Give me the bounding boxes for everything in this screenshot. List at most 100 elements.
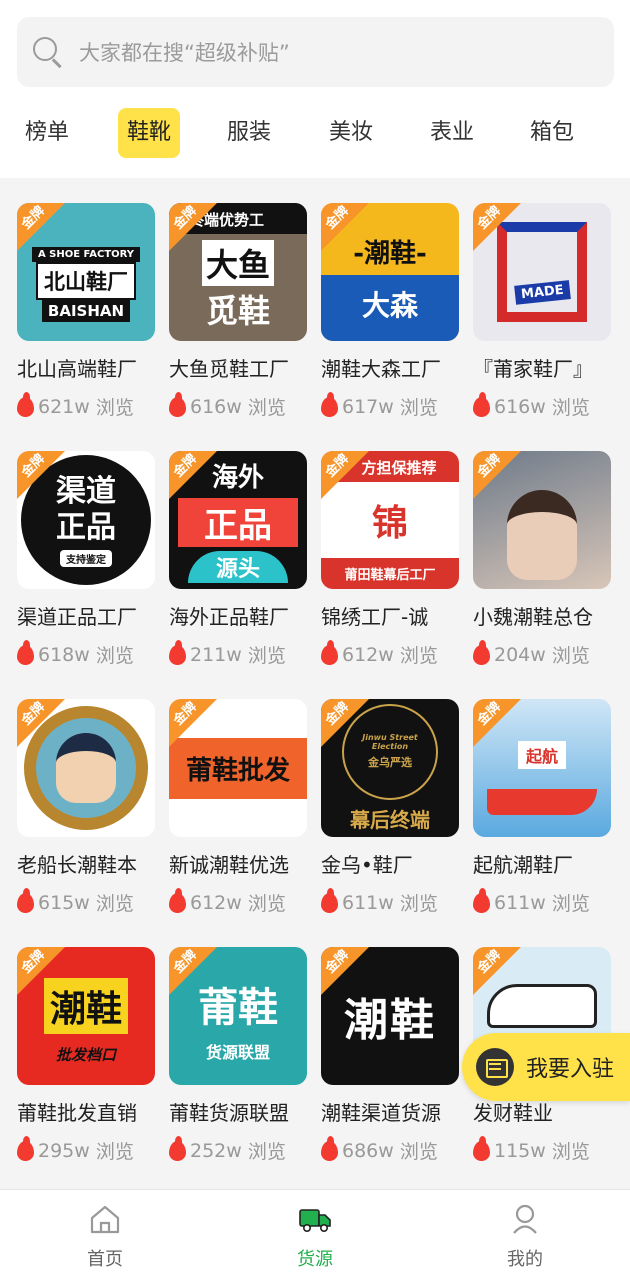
view-number: 617w <box>342 395 394 418</box>
gold-badge: 金牌 <box>169 947 219 997</box>
supplier-name: 新诚潮鞋优选 <box>169 853 289 877</box>
view-count: 611w 浏览 <box>321 887 438 916</box>
view-count: 621w 浏览 <box>17 391 134 420</box>
store-icon <box>476 1048 514 1086</box>
supplier-name: 小魏潮鞋总仓 <box>473 605 593 629</box>
view-unit: 浏览 <box>399 397 438 419</box>
fire-icon <box>473 887 490 913</box>
gold-badge: 金牌 <box>17 699 67 749</box>
category-tabs: 榜单 鞋靴 服装 美妆 表业 箱包 <box>0 104 630 162</box>
view-number: 616w <box>190 395 242 418</box>
view-unit: 浏览 <box>399 1141 438 1163</box>
supplier-name: 潮鞋渠道货源 <box>321 1101 441 1125</box>
fire-icon <box>169 887 186 913</box>
thumb-text: 莆田鞋幕后工厂 <box>321 558 459 589</box>
person-photo <box>507 490 577 580</box>
fire-icon <box>17 1135 34 1161</box>
tab-shoes[interactable]: 鞋靴 <box>118 108 181 158</box>
fire-icon <box>17 887 34 913</box>
nav-label: 货源 <box>297 1249 333 1270</box>
fire-icon <box>17 391 34 417</box>
nav-me[interactable]: 我的 <box>465 1190 585 1280</box>
gold-badge: 金牌 <box>169 203 219 253</box>
supplier-name: 北山高端鞋厂 <box>17 357 137 381</box>
view-unit: 浏览 <box>551 893 590 915</box>
gold-badge: 金牌 <box>321 947 371 997</box>
tab-clothing[interactable]: 服装 <box>227 108 271 158</box>
gold-badge: 金牌 <box>321 699 371 749</box>
gold-badge: 金牌 <box>17 451 67 501</box>
view-count: 204w 浏览 <box>473 639 590 668</box>
thumb-text: 批发档口 <box>55 1045 116 1064</box>
thumb-text: 觅鞋 <box>205 292 270 330</box>
view-number: 211w <box>190 643 242 666</box>
view-count: 617w 浏览 <box>321 391 438 420</box>
tab-watches[interactable]: 表业 <box>430 108 474 158</box>
view-count: 615w 浏览 <box>17 887 134 916</box>
search-placeholder[interactable]: 大家都在搜“超级补贴” <box>79 37 290 67</box>
view-number: 204w <box>494 643 546 666</box>
view-number: 686w <box>342 1139 394 1162</box>
user-icon <box>513 1204 537 1234</box>
search-bar[interactable]: 大家都在搜“超级补贴” <box>17 17 614 87</box>
thumb-text: 锦 <box>371 503 408 544</box>
nav-supply[interactable]: 货源 <box>255 1190 375 1280</box>
gold-badge: 金牌 <box>473 699 523 749</box>
supplier-name: 金乌•鞋厂 <box>321 853 413 877</box>
view-count: 211w 浏览 <box>169 639 286 668</box>
view-unit: 浏览 <box>95 1141 134 1163</box>
join-button[interactable]: 我要入驻 <box>462 1033 630 1101</box>
view-count: 618w 浏览 <box>17 639 134 668</box>
nav-label: 首页 <box>87 1249 123 1270</box>
thumb-text: 源头 <box>188 551 288 583</box>
ship-illustration <box>487 789 597 815</box>
supplier-name: 海外正品鞋厂 <box>169 605 289 629</box>
view-number: 611w <box>494 891 546 914</box>
view-count: 612w 浏览 <box>321 639 438 668</box>
view-unit: 浏览 <box>399 893 438 915</box>
home-icon <box>90 1205 120 1234</box>
thumb-text: 金乌严选 <box>368 756 412 769</box>
thumb-text: BAISHAN <box>41 299 131 322</box>
thumb-text: 正品 <box>178 498 298 547</box>
bottom-nav: 首页 货源 我的 <box>0 1189 630 1280</box>
view-unit: 浏览 <box>247 893 286 915</box>
gold-badge: 金牌 <box>169 451 219 501</box>
search-icon <box>33 37 63 68</box>
view-number: 252w <box>190 1139 242 1162</box>
view-count: 612w 浏览 <box>169 887 286 916</box>
fire-icon <box>17 639 34 665</box>
supplier-name: 起航潮鞋厂 <box>473 853 573 877</box>
view-unit: 浏览 <box>551 1141 590 1163</box>
thumb-text: 支持鉴定 <box>60 549 112 567</box>
gold-badge: 金牌 <box>17 203 67 253</box>
thumb-text: MADE <box>513 280 571 305</box>
gold-badge: 金牌 <box>473 947 523 997</box>
fire-icon <box>321 639 338 665</box>
view-number: 295w <box>38 1139 90 1162</box>
gold-badge: 金牌 <box>321 203 371 253</box>
nav-home[interactable]: 首页 <box>45 1190 165 1280</box>
view-unit: 浏览 <box>399 645 438 667</box>
supplier-name: 大鱼觅鞋工厂 <box>169 357 289 381</box>
nav-label: 我的 <box>507 1249 543 1270</box>
top-panel: 大家都在搜“超级补贴” 榜单 鞋靴 服装 美妆 表业 箱包 <box>0 0 630 178</box>
view-number: 611w <box>342 891 394 914</box>
view-number: 618w <box>38 643 90 666</box>
tab-bags[interactable]: 箱包 <box>530 108 574 158</box>
view-unit: 浏览 <box>95 397 134 419</box>
view-count: 611w 浏览 <box>473 887 590 916</box>
supplier-name: 锦绣工厂-诚 <box>321 605 429 629</box>
fire-icon <box>169 639 186 665</box>
gold-badge: 金牌 <box>17 947 67 997</box>
view-unit: 浏览 <box>95 893 134 915</box>
tab-rankings[interactable]: 榜单 <box>25 108 69 158</box>
fire-icon <box>169 1135 186 1161</box>
view-number: 616w <box>494 395 546 418</box>
tab-beauty[interactable]: 美妆 <box>329 108 373 158</box>
fire-icon <box>321 1135 338 1161</box>
view-count: 295w 浏览 <box>17 1135 134 1164</box>
gold-badge: 金牌 <box>473 203 523 253</box>
view-count: 115w 浏览 <box>473 1135 590 1164</box>
view-number: 615w <box>38 891 90 914</box>
